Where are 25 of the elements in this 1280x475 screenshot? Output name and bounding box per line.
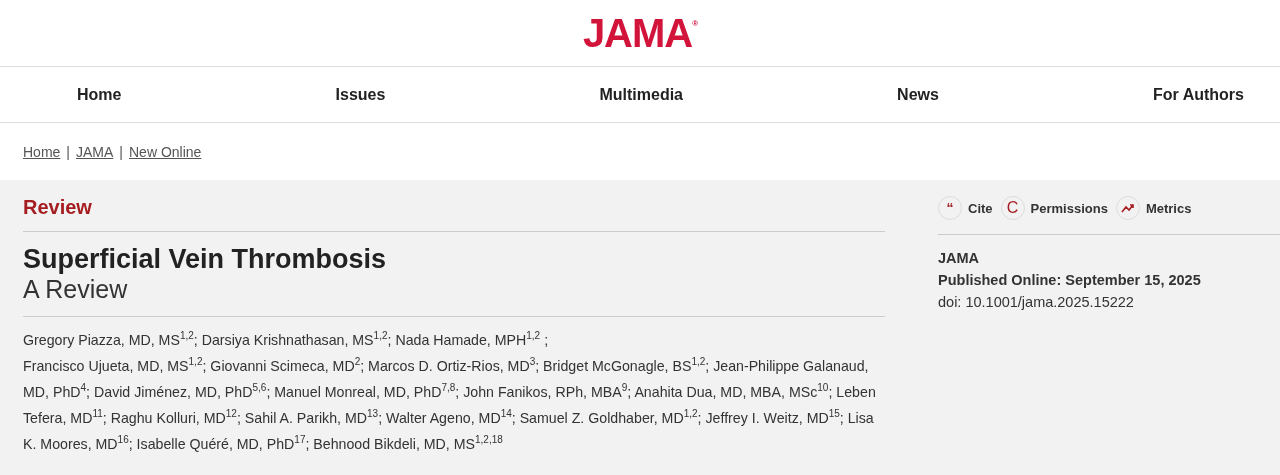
- doi: doi: 10.1001/jama.2025.15222: [938, 293, 1135, 312]
- quote-icon: “: [938, 196, 962, 220]
- nav-link[interactable]: Issues: [335, 85, 386, 104]
- breadcrumb-separator: |: [66, 143, 70, 160]
- tool-button[interactable]: “ Cite: [938, 196, 993, 220]
- breadcrumb-link[interactable]: JAMA: [76, 143, 114, 160]
- logo[interactable]: JAMA$^{®}$: [582, 10, 698, 56]
- tool-button[interactable]: Metrics: [1115, 196, 1192, 220]
- nav-link[interactable]: Multimedia: [599, 85, 683, 104]
- nav-link[interactable]: For Authors: [1153, 85, 1244, 104]
- nav-link[interactable]: News: [897, 85, 939, 104]
- author-list: Francisco Ujueta, MD, MS$^{1,2}$; Giovanni Scimeca, MD$^{2}$; Marcos D. Ortiz-Rios, MD$^{3}$; Bridget McGonagle, BS$^{1,2}$; Jean-Philippe Galanaud, MD, PhD$^{4}$; David Jiménez, MD, PhD$^{5,6}$; Manuel Monreal, MD, PhD$^{7,8}$; John Fanikos, RPh, MBA$^{9}$; Anahita Dua, MD, MBA, MSc$^{10}$; Leben Tefera, MD$^{11}$; Raghu Kolluri, MD$^{12}$; Sahil A. Parikh, MD$^{13}$; Walter Ageno, MD$^{14}$; Samuel Z. Goldhaber, MD$^{1,2}$; Jeffrey I. Weitz, MD$^{15}$; Lisa K. Moores, MD$^{16}$; Isabelle Quéré, MD, PhD$^{17}$; Behnood Bikdeli, MD, MS$^{1,2,18}$: [23, 353, 885, 457]
- journal-name: JAMA: [938, 249, 981, 268]
- author-list: Gregory Piazza, MD, MS$^{1,2}$; Darsiya Krishnathasan, MS$^{1,2}$; Nada Hamade, MPH$^{1,2}$ ;: [23, 327, 885, 353]
- breadcrumb-link[interactable]: Home: [23, 143, 61, 160]
- breadcrumb-separator: |: [119, 143, 123, 160]
- trend-icon: [1115, 196, 1140, 220]
- article-subtitle: A Review: [23, 275, 885, 317]
- article-title: Superficial Vein Thrombosis: [23, 244, 388, 275]
- breadcrumb-link[interactable]: New Online: [129, 143, 202, 160]
- publication-date: Published Online: September 15, 2025: [938, 271, 1202, 290]
- tool-button[interactable]: C Permissions: [1000, 196, 1108, 220]
- nav-link[interactable]: Home: [77, 85, 122, 104]
- article-type: Review: [23, 196, 885, 232]
- letter-icon: C: [1000, 196, 1025, 220]
